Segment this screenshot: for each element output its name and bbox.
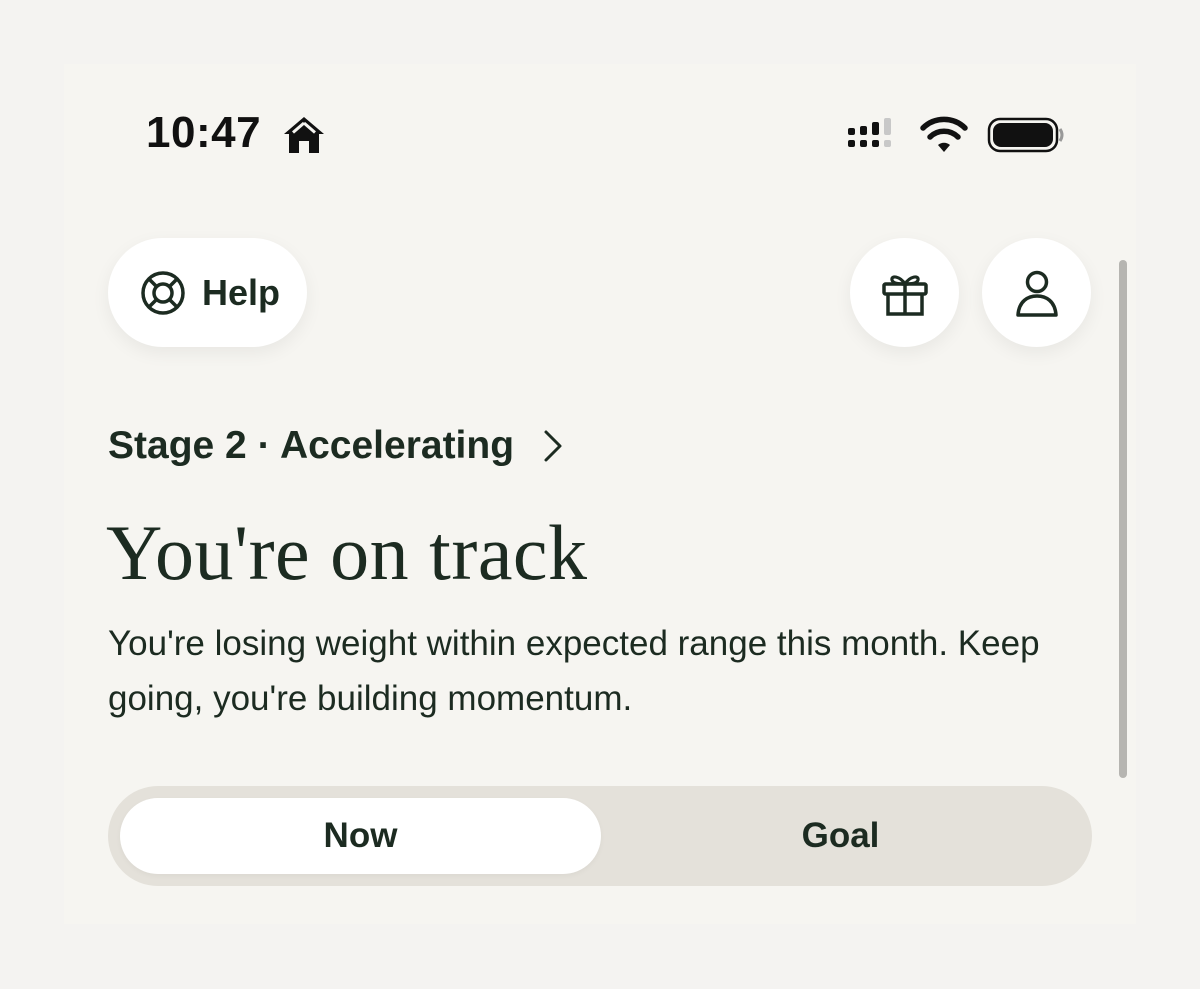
status-headline: You're on track: [106, 509, 588, 596]
help-label: Help: [202, 271, 281, 313]
battery-icon: [987, 117, 1064, 153]
now-goal-segmented-control: Now Goal: [108, 786, 1092, 886]
stage-label: Stage 2 · Accelerating: [108, 424, 515, 467]
scrollbar[interactable]: [1119, 260, 1127, 778]
home-icon: [284, 117, 324, 153]
profile-button[interactable]: [982, 238, 1091, 347]
person-icon: [1015, 270, 1058, 317]
help-button[interactable]: Help: [108, 238, 307, 347]
signal-icon: [848, 118, 891, 147]
status-description: You're losing weight within expected ran…: [108, 624, 1040, 718]
status-time: 10:47: [146, 108, 262, 157]
chevron-right-icon: [544, 430, 562, 462]
stage-link[interactable]: Stage 2 · Accelerating: [108, 424, 566, 468]
app-screen: 10:47 Help Stage 2 · Accelerating You're…: [64, 64, 1136, 924]
gift-icon: [881, 274, 928, 316]
tab-goal[interactable]: Goal: [600, 798, 1081, 874]
tab-now[interactable]: Now: [120, 798, 601, 874]
lifebuoy-icon: [141, 270, 185, 315]
wifi-icon: [920, 116, 968, 152]
gift-button[interactable]: [850, 238, 959, 347]
